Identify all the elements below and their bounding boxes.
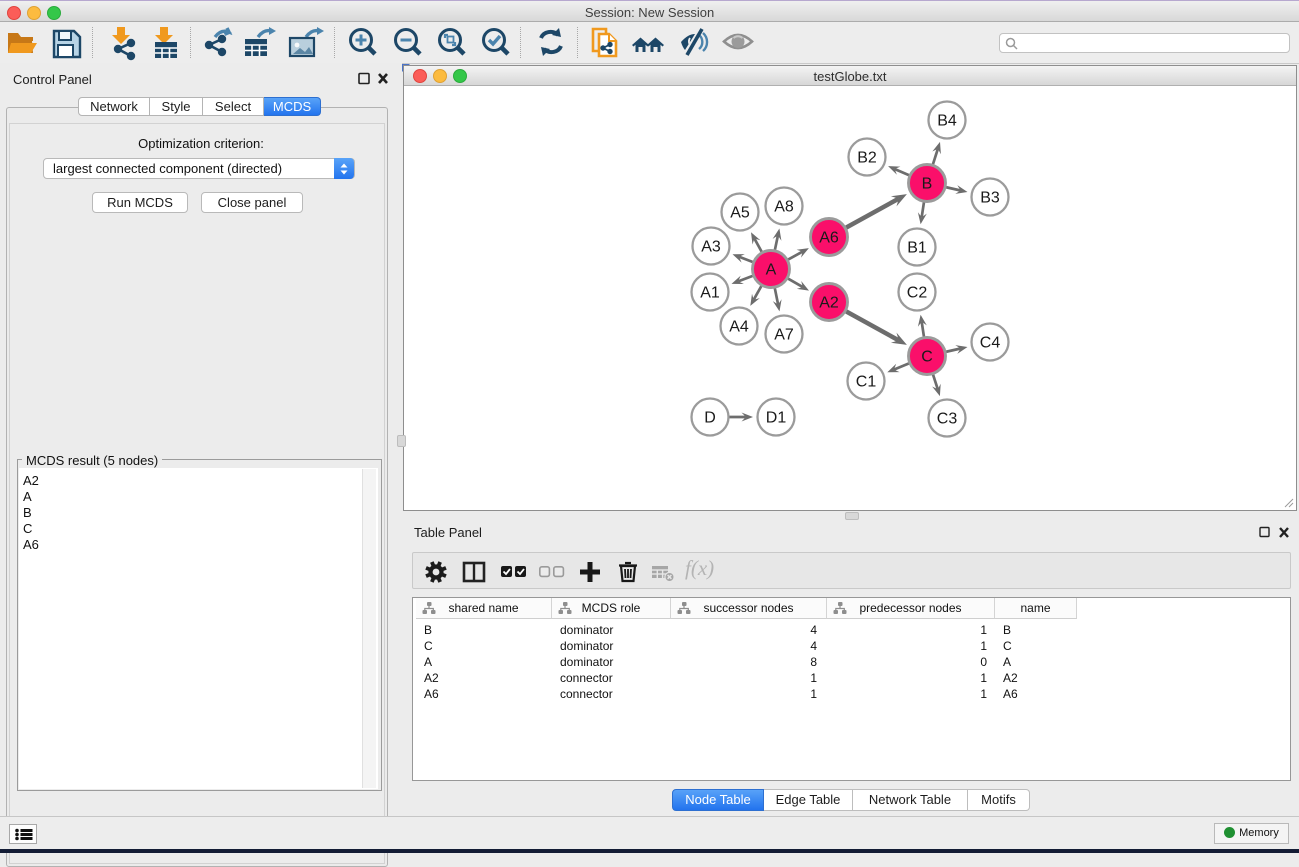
svg-text:A1: A1	[700, 285, 720, 302]
svg-text:B: B	[922, 176, 933, 193]
svg-text:B4: B4	[937, 113, 957, 130]
svg-text:B1: B1	[907, 240, 927, 257]
svg-text:A: A	[766, 262, 777, 279]
svg-text:A6: A6	[819, 230, 839, 247]
svg-text:C2: C2	[907, 285, 928, 302]
svg-text:B3: B3	[980, 190, 1000, 207]
svg-text:A8: A8	[774, 199, 794, 216]
svg-text:A2: A2	[819, 295, 839, 312]
svg-text:C3: C3	[937, 411, 958, 428]
svg-text:C1: C1	[856, 374, 877, 391]
svg-text:D1: D1	[766, 410, 787, 427]
svg-text:D: D	[704, 410, 716, 427]
svg-text:A5: A5	[730, 205, 750, 222]
svg-text:A7: A7	[774, 327, 794, 344]
svg-text:C: C	[921, 349, 933, 366]
svg-text:C4: C4	[980, 335, 1001, 352]
svg-text:A4: A4	[729, 319, 749, 336]
svg-text:A3: A3	[701, 239, 721, 256]
svg-text:B2: B2	[857, 150, 877, 167]
